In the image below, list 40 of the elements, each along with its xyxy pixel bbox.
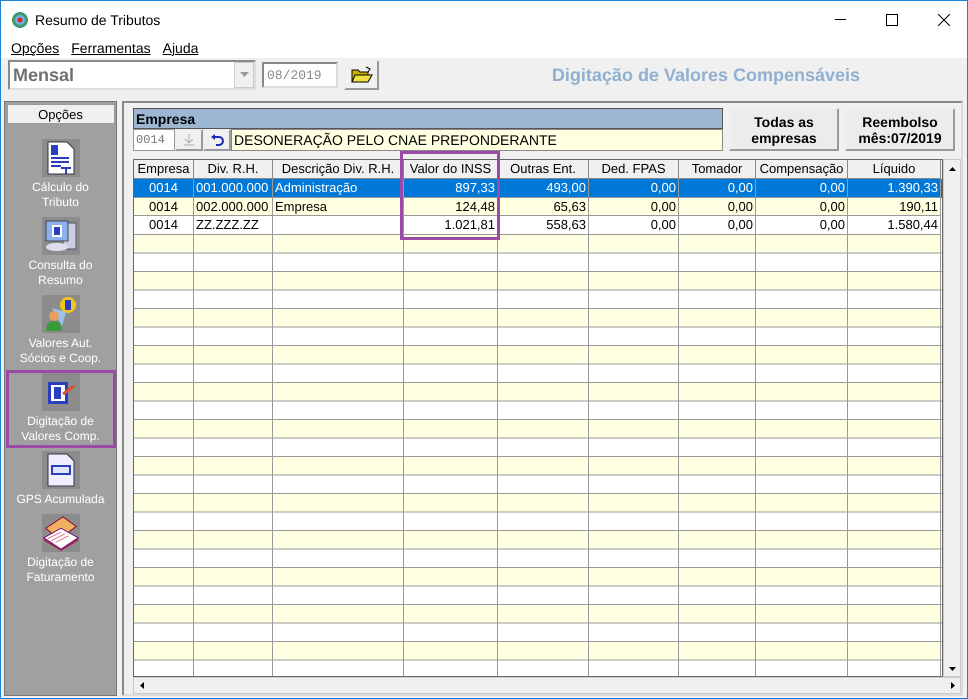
action-button[interactable]: Todas as empresas	[729, 108, 839, 151]
vertical-scrollbar[interactable]	[943, 159, 961, 677]
open-folder-button[interactable]	[344, 60, 379, 90]
document-icon	[46, 141, 76, 175]
table-cell: 1.580,44	[848, 216, 941, 234]
horizontal-scrollbar[interactable]	[133, 677, 961, 694]
action-button[interactable]: Reembolso mês:07/2019	[845, 108, 955, 151]
gps-document-icon	[46, 453, 76, 487]
table-cell: 558,63	[498, 216, 589, 234]
table-cell: ZZ.ZZZ.ZZ	[194, 216, 273, 234]
table-row[interactable]: 0014 ZZ.ZZZ.ZZ 1.021,81 558,63 0,00 0,00 0,00 1.580,44	[134, 216, 942, 234]
download-icon	[184, 134, 194, 146]
arrow-icon[interactable]	[138, 681, 146, 690]
period-dropdown[interactable]: Mensal	[8, 60, 256, 90]
menu-item[interactable]: Ferramentas	[65, 40, 157, 56]
menu-item[interactable]: Opções	[5, 40, 66, 56]
sidebar-header[interactable]: Opções	[6, 104, 114, 124]
date-field[interactable]: 08/2019	[262, 62, 338, 88]
table-cell: 0014	[134, 216, 194, 234]
table-cell: 0,00	[679, 216, 756, 234]
table-cell: 0,00	[756, 216, 848, 234]
table-row[interactable]: 0014 001.000.000 Administração 897,33 493,00 0,00 0,00 0,00 1.390,33	[134, 179, 942, 198]
table-cell: 1.021,81	[404, 216, 498, 234]
undo-icon	[210, 134, 224, 146]
folder-icon	[350, 66, 372, 84]
group-title: Empresa	[133, 108, 723, 129]
menu-item[interactable]: Ajuda	[156, 40, 204, 56]
company-description-field[interactable]: DESONERAÇÃO PELO CNAE PREPONDERANTE	[231, 129, 723, 151]
people-icon	[44, 296, 78, 332]
table-row[interactable]: 0014 002.000.000 Empresa 124,48 65,63 0,00 0,00 0,00 190,11	[134, 198, 942, 216]
book-icon	[42, 514, 80, 552]
maximize-icon	[886, 14, 898, 26]
app-icon	[11, 10, 29, 28]
table-cell: 0,00	[589, 216, 679, 234]
computer-icon	[44, 219, 78, 253]
company-code-field[interactable]: 0014	[133, 129, 175, 151]
window-title: Resumo de Tributos	[35, 12, 162, 28]
close-icon	[938, 14, 950, 26]
undo-button[interactable]	[203, 129, 231, 151]
page-heading: Digitação de Valores Compensáveis	[550, 64, 862, 86]
